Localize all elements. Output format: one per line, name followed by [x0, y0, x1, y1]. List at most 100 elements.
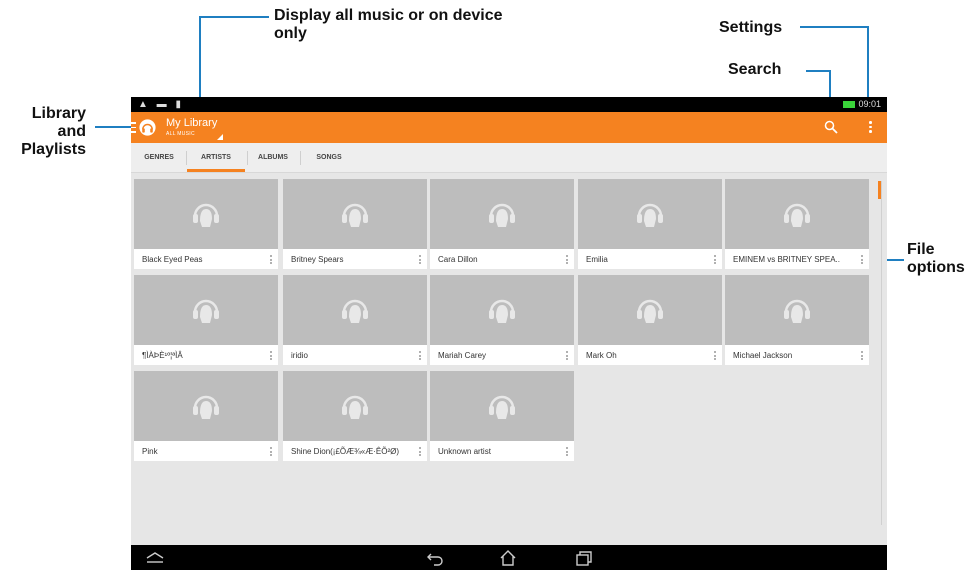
artist-card[interactable]: Michael Jackson — [725, 275, 869, 365]
artist-card[interactable]: Black Eyed Peas — [134, 179, 278, 269]
artist-art-placeholder[interactable] — [283, 275, 427, 345]
artist-art-placeholder[interactable] — [725, 275, 869, 345]
artist-card[interactable]: Cara Dillon — [430, 179, 574, 269]
artist-name: Michael Jackson — [733, 351, 793, 360]
callout-settings: Settings — [719, 19, 783, 36]
library-filter-subtitle[interactable]: ALL MUSIC — [166, 131, 195, 137]
file-options-icon[interactable] — [566, 447, 569, 459]
tab-songs[interactable]: SONGS — [307, 143, 351, 172]
file-options-icon[interactable] — [861, 351, 864, 363]
headphones-person-icon — [193, 395, 219, 419]
artist-card[interactable]: ¶ÌÀÞÈ¹º¦ªÌÂ — [134, 275, 278, 365]
device-screen: ▲ ▬ ▮ 09:01 My Library ALL MUSIC GENRES … — [131, 97, 887, 570]
tab-divider — [247, 151, 248, 165]
dropdown-triangle-icon[interactable] — [217, 134, 223, 140]
artist-name: Mark Oh — [586, 351, 617, 360]
search-icon[interactable] — [824, 120, 838, 134]
action-bar: My Library ALL MUSIC — [131, 112, 887, 143]
file-options-icon[interactable] — [419, 255, 422, 267]
notification-icons: ▲ ▬ ▮ — [138, 99, 184, 110]
artist-art-placeholder[interactable] — [725, 179, 869, 249]
scrollbar-thumb[interactable] — [878, 181, 881, 199]
headphones-person-icon — [637, 299, 663, 323]
file-options-icon[interactable] — [419, 351, 422, 363]
back-icon[interactable] — [426, 550, 444, 566]
headphones-person-icon — [489, 299, 515, 323]
collapse-icon[interactable] — [145, 550, 165, 564]
tab-albums[interactable]: ALBUMS — [251, 143, 295, 172]
artist-card[interactable]: Mark Oh — [578, 275, 722, 365]
artist-art-placeholder[interactable] — [283, 179, 427, 249]
artist-art-placeholder[interactable] — [283, 371, 427, 441]
file-options-icon[interactable] — [714, 351, 717, 363]
artist-card[interactable]: Shine Dion(¡£ÕÆ¾«Æ·ÊÕ²Ø) — [283, 371, 427, 461]
callout-file-options: File options — [907, 241, 965, 276]
file-options-icon[interactable] — [566, 351, 569, 363]
file-options-icon[interactable] — [270, 351, 273, 363]
headphones-person-icon — [342, 395, 368, 419]
recent-apps-icon[interactable] — [575, 550, 593, 566]
library-title[interactable]: My Library — [166, 117, 217, 129]
tab-artists[interactable]: ARTISTS — [187, 143, 245, 172]
file-options-icon[interactable] — [419, 447, 422, 459]
artist-name: iridio — [291, 351, 308, 360]
artist-name: Pink — [142, 447, 158, 456]
tab-genres[interactable]: GENRES — [137, 143, 181, 172]
artist-card[interactable]: EMINEM vs BRITNEY SPEA.. — [725, 179, 869, 269]
artist-card[interactable]: Unknown artist — [430, 371, 574, 461]
file-options-icon[interactable] — [270, 447, 273, 459]
callout-line — [95, 126, 133, 128]
artist-name: Britney Spears — [291, 255, 344, 264]
callout-line — [800, 26, 868, 28]
file-options-icon[interactable] — [714, 255, 717, 267]
tab-bar: GENRES ARTISTS ALBUMS SONGS — [131, 143, 887, 173]
system-icons: 09:01 — [843, 99, 881, 110]
artist-art-placeholder[interactable] — [134, 179, 278, 249]
artist-card[interactable]: Pink — [134, 371, 278, 461]
navigation-bar — [131, 545, 887, 570]
callout-line — [199, 16, 269, 18]
headphones-icon[interactable] — [139, 119, 156, 136]
artist-art-placeholder[interactable] — [578, 179, 722, 249]
artist-name: Mariah Carey — [438, 351, 487, 360]
headphones-person-icon — [193, 203, 219, 227]
artist-name: Shine Dion(¡£ÕÆ¾«Æ·ÊÕ²Ø) — [291, 447, 400, 456]
file-options-icon[interactable] — [861, 255, 864, 267]
scrollbar-track — [881, 181, 882, 525]
callout-display-all: Display all music or on device only — [274, 7, 503, 42]
overflow-menu-icon[interactable] — [869, 121, 873, 135]
headphones-person-icon — [489, 203, 515, 227]
tab-divider — [300, 151, 301, 165]
artist-card[interactable]: iridio — [283, 275, 427, 365]
home-icon[interactable] — [499, 550, 517, 566]
artist-art-placeholder[interactable] — [134, 275, 278, 345]
artist-art-placeholder[interactable] — [430, 179, 574, 249]
headphones-person-icon — [342, 299, 368, 323]
headphones-person-icon — [784, 203, 810, 227]
callout-library: Library and Playlists — [21, 105, 86, 158]
artist-art-placeholder[interactable] — [430, 371, 574, 441]
headphones-person-icon — [489, 395, 515, 419]
artist-art-placeholder[interactable] — [578, 275, 722, 345]
artist-name: Black Eyed Peas — [142, 255, 203, 264]
artist-card[interactable]: Mariah Carey — [430, 275, 574, 365]
status-bar: ▲ ▬ ▮ 09:01 — [131, 97, 887, 112]
artist-art-placeholder[interactable] — [430, 275, 574, 345]
headphones-person-icon — [193, 299, 219, 323]
artist-art-placeholder[interactable] — [134, 371, 278, 441]
file-options-icon[interactable] — [270, 255, 273, 267]
artist-name: Unknown artist — [438, 447, 491, 456]
callout-line — [806, 70, 830, 72]
clock: 09:01 — [858, 99, 881, 109]
artist-name: Emilia — [586, 255, 608, 264]
artist-card[interactable]: Emilia — [578, 179, 722, 269]
headphones-person-icon — [784, 299, 810, 323]
headphones-person-icon — [637, 203, 663, 227]
menu-lines-icon[interactable] — [131, 122, 136, 133]
artist-name: ¶ÌÀÞÈ¹º¦ªÌÂ — [142, 351, 183, 360]
artist-card[interactable]: Britney Spears — [283, 179, 427, 269]
battery-icon — [843, 101, 856, 109]
headphones-person-icon — [342, 203, 368, 227]
artist-name: Cara Dillon — [438, 255, 478, 264]
file-options-icon[interactable] — [566, 255, 569, 267]
